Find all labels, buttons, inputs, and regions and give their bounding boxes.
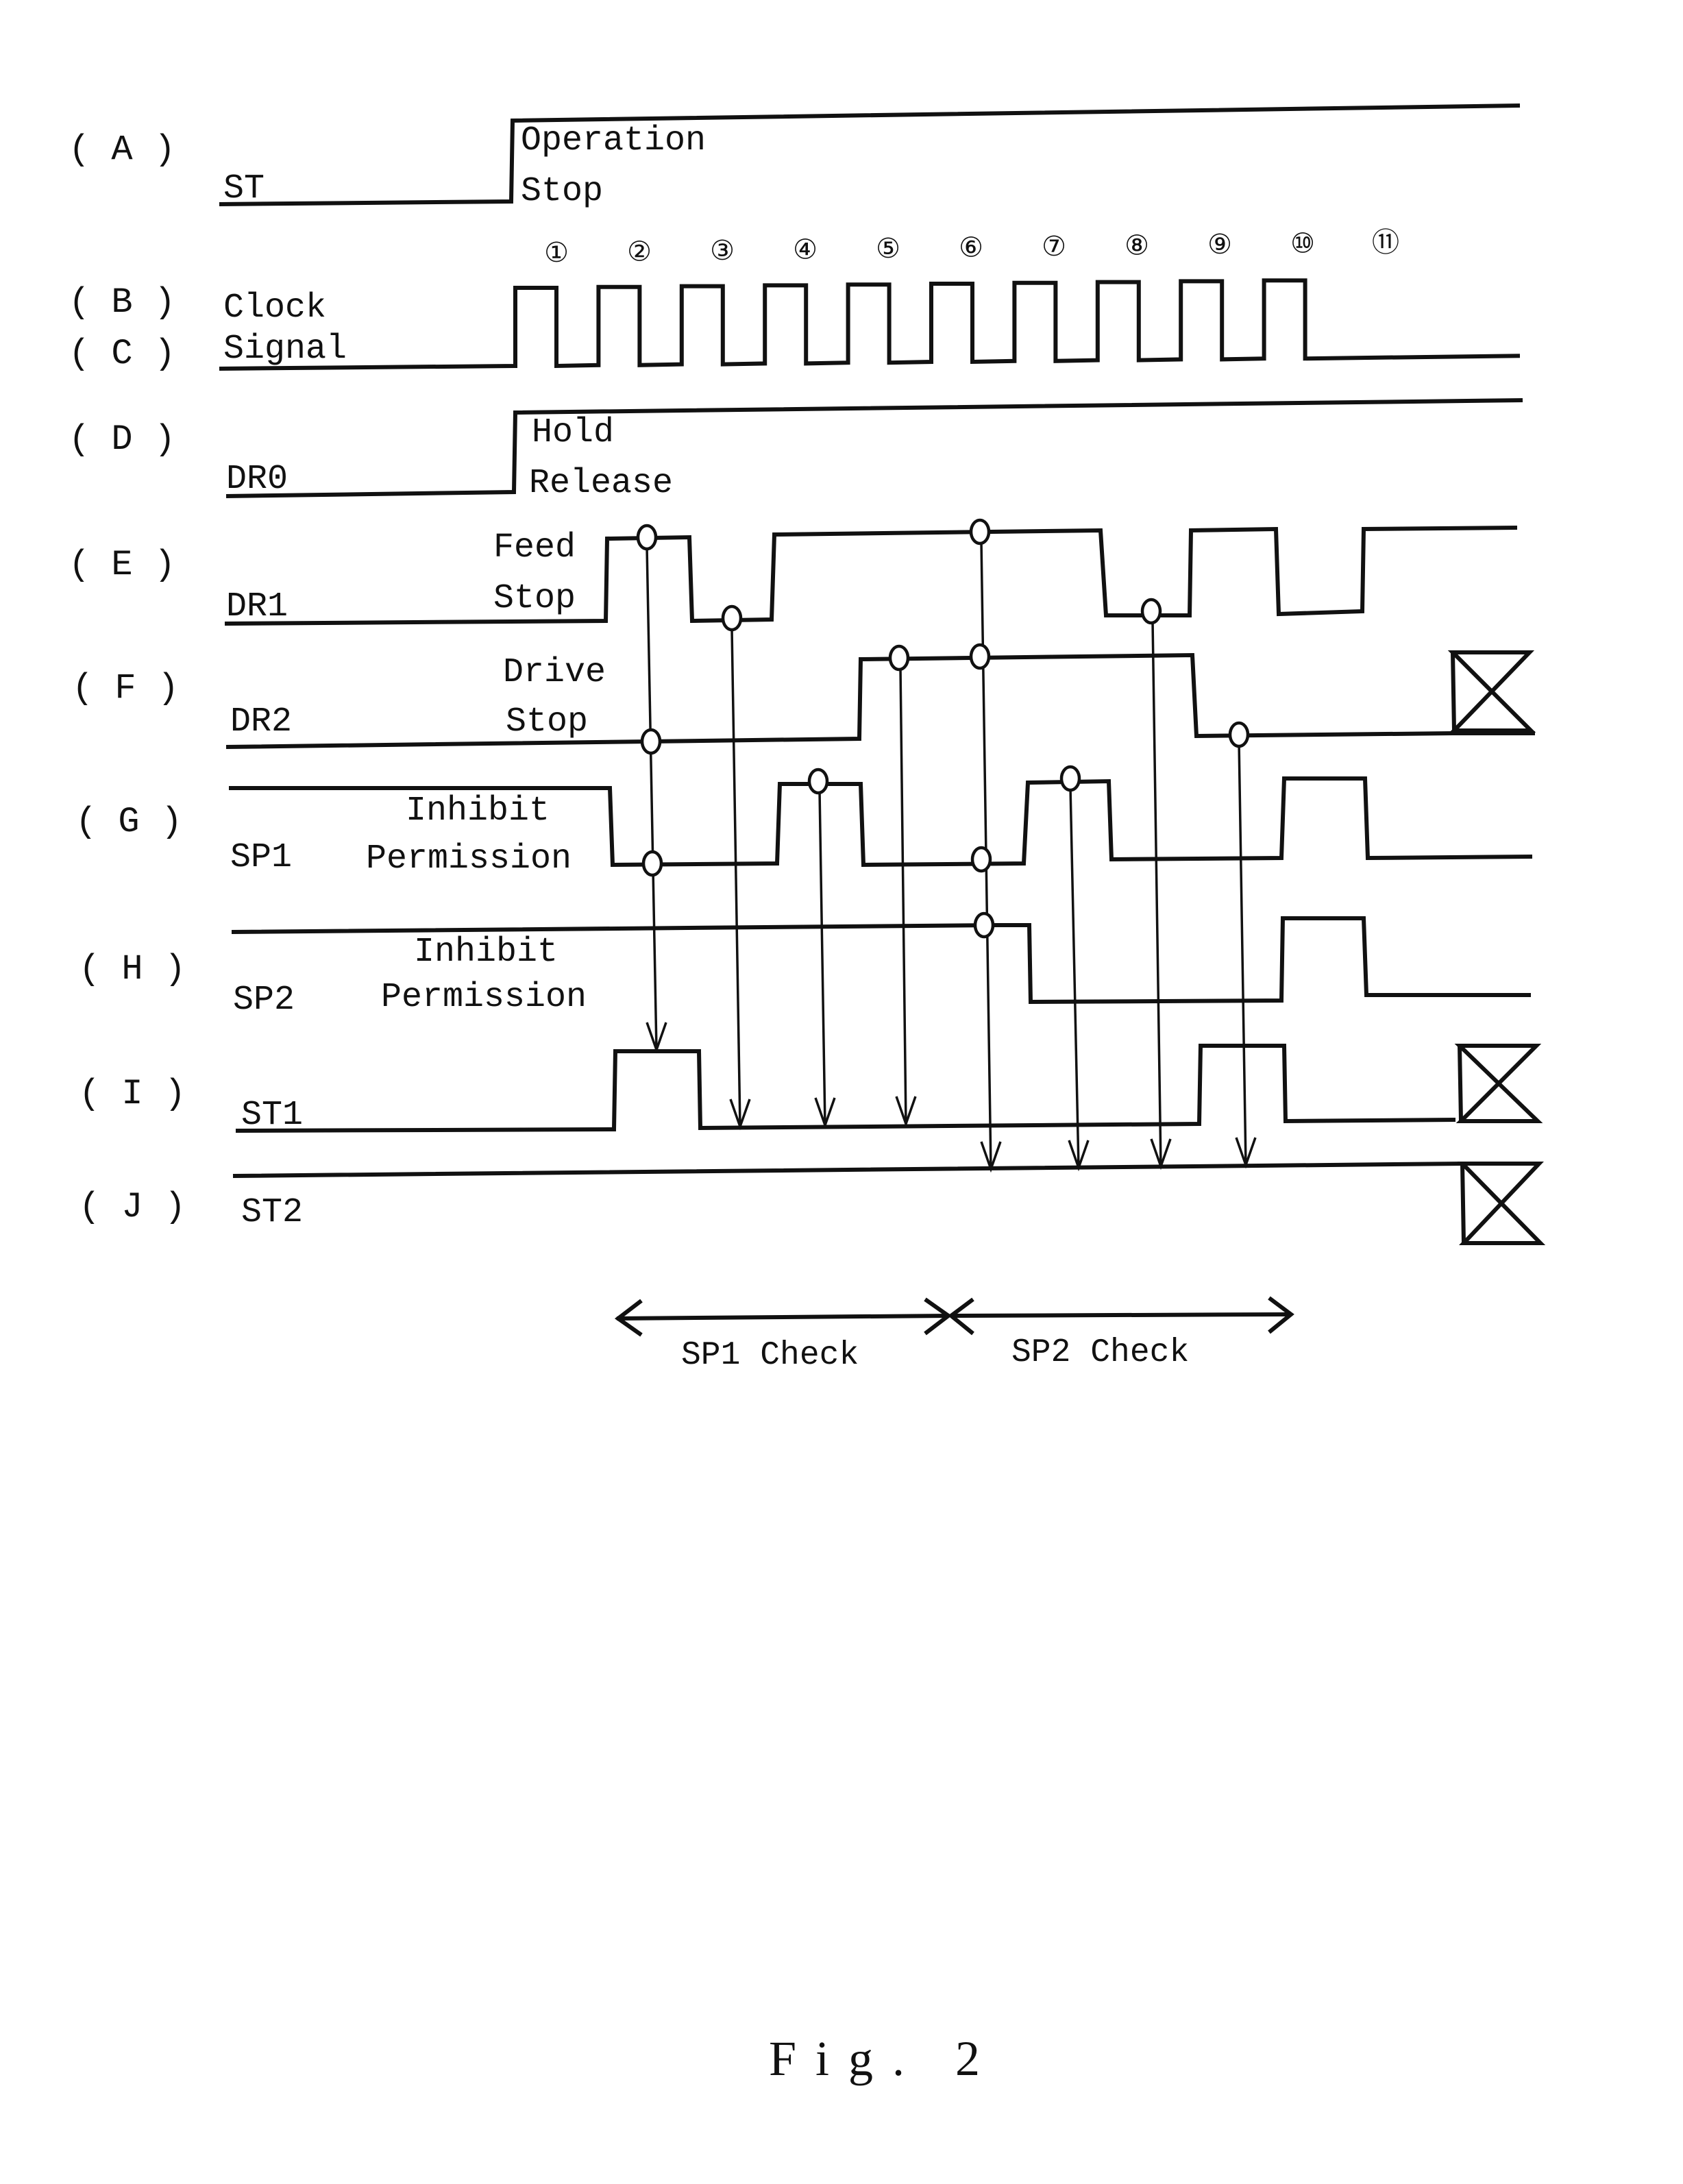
clock-tick-label: ⑦ [1042,231,1066,262]
figure-caption: Fig. 2 [769,2031,999,2086]
clock-tick-label: ⑨ [1207,229,1232,260]
signal-name-dr2: DR2 [230,702,292,741]
clock-tick-label: ⑧ [1125,230,1149,261]
state-label-dr2-low: Stop [506,702,588,741]
clock-tick-label: ⑩ [1290,228,1315,259]
clock-tick-label: ① [544,237,569,268]
link-tick-3 [730,628,741,1127]
clock-tick-label: ⑥ [959,232,983,263]
clock-tick-label: ⑤ [876,233,900,264]
row-id-b: ( B ) [69,282,175,323]
clock-tick-label: ④ [793,234,818,265]
row-id-c: ( C ) [69,334,175,374]
state-label-sp2-low: Permission [381,978,587,1017]
row-id-j: ( J ) [79,1187,186,1227]
state-label-st-low: Stop [521,172,603,211]
node-dr2-tick-5 [888,644,910,672]
unknown-state-markers [1447,650,1546,1245]
state-label-dr2-high: Drive [503,653,606,692]
state-label-dr0-high: Hold [532,413,614,452]
signal-name-sp2: SP2 [233,981,295,1020]
waveform-st1 [235,1044,1456,1133]
range-label-sp1: SP1 Check [681,1337,859,1374]
state-label-dr1-low: Stop [493,579,576,618]
node-sp1-tick-6 [970,846,992,873]
signal-name-st2: ST2 [241,1193,303,1232]
clock-tick-label: ⑪ [1372,227,1399,258]
state-label-sp1-high: Inhibit [406,792,550,831]
state-label-sp2-high: Inhibit [414,933,558,972]
node-sp1-tick-4 [807,768,829,795]
row-id-h: ( H ) [79,949,186,990]
unknown-marker-st1 [1454,1044,1543,1123]
clock-tick-labels: ① ② ③ ④ ⑤ ⑥ ⑦ ⑧ ⑨ ⑩ ⑪ [544,227,1399,268]
node-dr2-tick-2 [640,728,662,755]
signal-name-dr1: DR1 [226,587,288,626]
waveform-dr0 [225,398,1523,498]
row-id-i: ( I ) [79,1074,186,1114]
range-label-sp2: SP2 Check [1011,1334,1189,1371]
state-label-st-high: Operation [521,121,706,160]
waveform-dr2 [225,652,1535,749]
row-id-a: ( A ) [69,130,175,170]
link-tick-7 [1069,786,1080,1168]
link-tick-5 [899,667,907,1125]
check-ranges: SP1 Check SP2 Check [614,1296,1294,1374]
signal-name-clock: Clock [223,289,326,328]
waveform-st [219,103,1521,206]
waveform-dr1 [224,526,1518,626]
link-tick-9 [1238,741,1247,1166]
clock-tick-label: ③ [710,235,735,266]
node-dr2-tick-6 [969,643,991,670]
state-label-dr1-high: Feed [493,528,576,567]
node-sp1-tick-2 [641,850,663,877]
unknown-marker-st2 [1457,1162,1546,1245]
range-arrow-sp2 [950,1312,1292,1318]
node-dr1-tick-6 [969,518,991,545]
node-sp1-tick-7 [1059,765,1081,792]
waveform-clock [219,278,1521,371]
clock-tick-label: ② [627,236,652,267]
signal-name-sp1: SP1 [230,838,292,877]
link-tick-2 [646,546,658,1051]
row-identifiers: ( A ) ( B ) ( C ) ( D ) ( E ) ( F ) ( G … [69,130,186,1227]
waveform-st2 [232,1162,1535,1178]
node-dr1-tick-3 [721,604,743,632]
sampling-links [646,541,1257,1173]
signal-names: ST Clock Signal DR0 DR1 DR2 SP1 SP2 ST1 … [223,169,347,1232]
row-id-g: ( G ) [75,802,182,842]
signal-name-dr0: DR0 [226,460,288,499]
node-sp2-tick-6 [973,911,995,939]
state-label-dr0-low: Release [529,464,673,503]
row-id-d: ( D ) [69,419,175,460]
row-id-e: ( E ) [69,545,175,585]
link-tick-8 [1151,620,1162,1167]
unknown-marker-dr2 [1447,650,1536,733]
timing-diagram: ( A ) ( B ) ( C ) ( D ) ( E ) ( F ) ( G … [69,103,1546,2086]
node-dr2-tick-9 [1228,721,1250,748]
node-dr1-tick-2 [636,524,658,551]
node-dr1-tick-8 [1140,598,1162,625]
link-tick-4 [818,790,826,1126]
state-label-sp1-low: Permission [366,839,572,879]
signal-name-signal: Signal [223,330,347,369]
range-arrow-sp1 [616,1314,949,1321]
state-labels: Operation Stop Hold Release Feed Stop Dr… [366,121,706,1017]
row-id-f: ( F ) [72,668,179,709]
